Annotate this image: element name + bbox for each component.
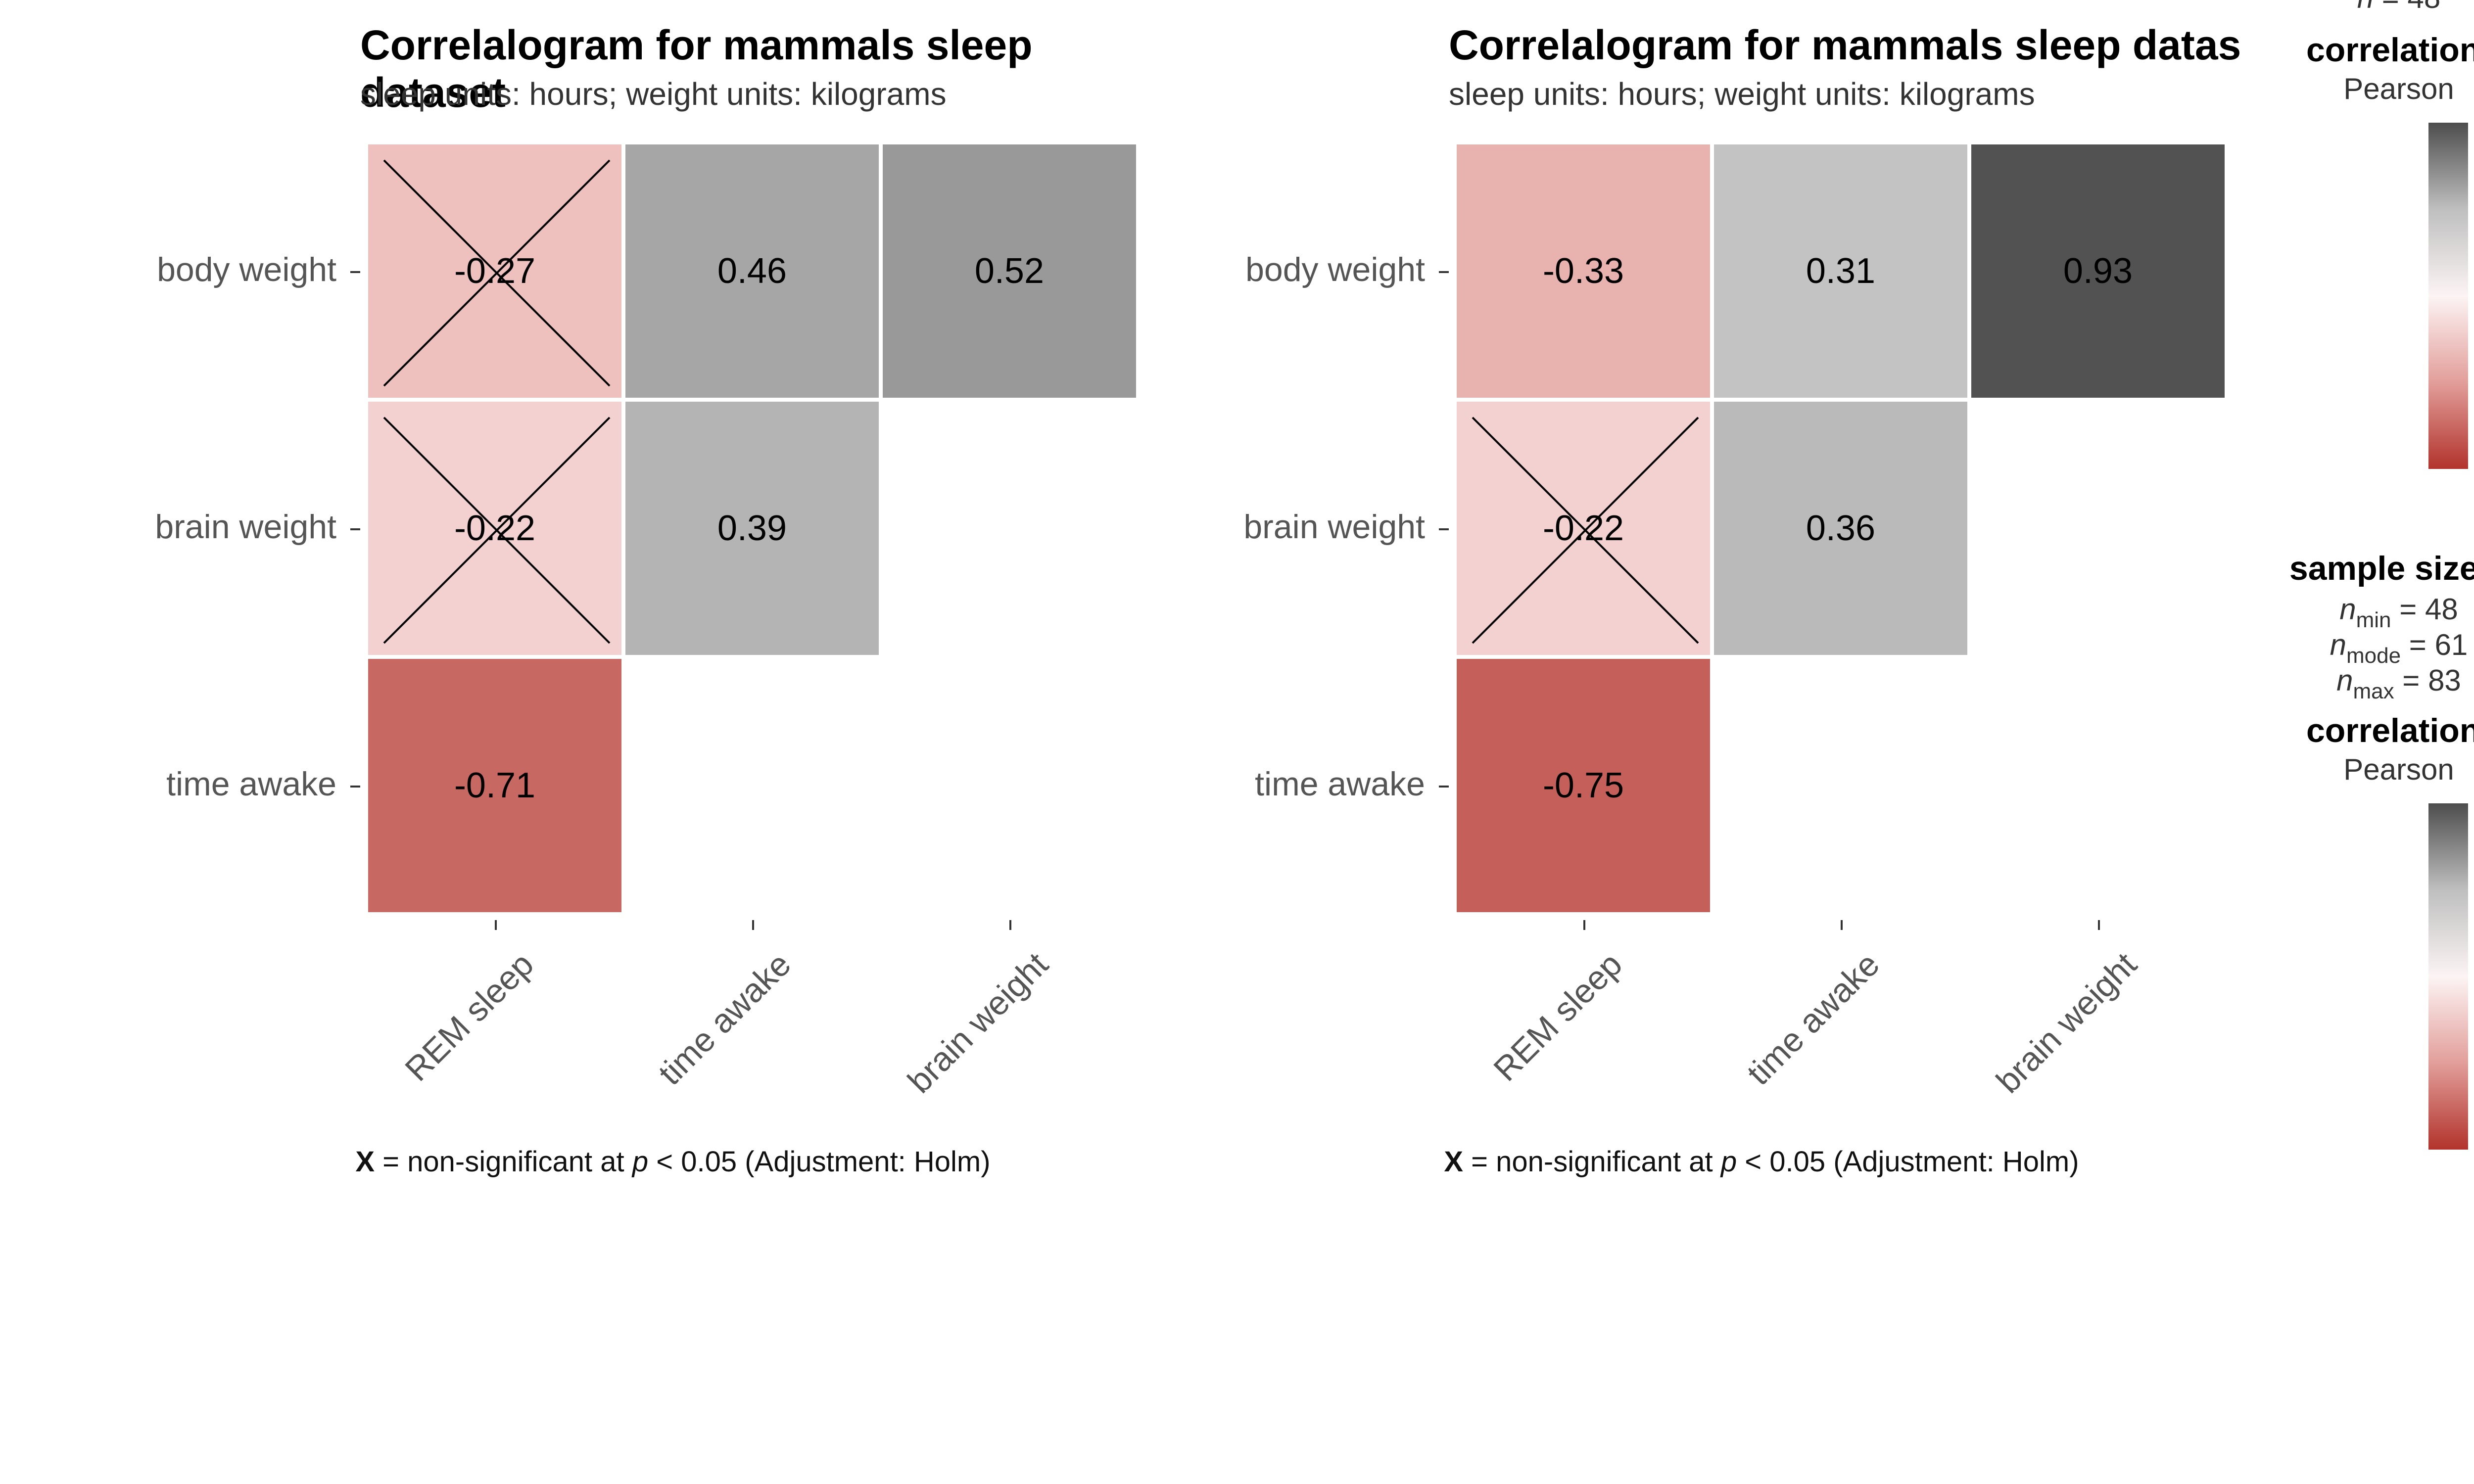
caption-text: = non-significant at	[375, 1148, 632, 1179]
cell-value: 0.93	[2063, 250, 2133, 292]
heatmap-cell: 0.39	[623, 400, 881, 657]
caption-x-bold: X	[355, 1148, 375, 1179]
heatmap-grid: -0.33 0.31 0.93 -0.22 0.36 -0.75	[1455, 142, 2227, 914]
tick-mark	[350, 271, 360, 273]
nonsignificant-cross-icon	[368, 144, 625, 402]
y-axis-tick-label: body weight	[119, 251, 336, 291]
heatmap-cell: -0.22	[366, 400, 623, 657]
cell-value: -0.75	[1543, 765, 1624, 806]
tick-mark	[1583, 920, 1585, 930]
heatmap-cell: -0.75	[1455, 657, 1712, 914]
cell-value: 0.36	[1806, 508, 1875, 549]
heatmap-cell: 0.93	[1969, 142, 2227, 400]
x-axis-tick-label: time awake	[1707, 946, 1889, 1128]
chart-title: Correlalogram for mammals sleep datase	[1449, 24, 2240, 71]
heatmap-cell: 0.31	[1712, 142, 1969, 400]
tick-mark	[350, 528, 360, 530]
cell-value: -0.33	[1543, 250, 1624, 292]
x-axis-tick-label: REM sleep	[1449, 946, 1631, 1128]
x-axis-tick-label: time awake	[618, 946, 800, 1128]
cell-value: 0.31	[1806, 250, 1875, 292]
heatmap-cell: 0.36	[1712, 400, 1969, 657]
correlogram-panel-right: Correlalogram for mammals sleep datase s…	[1089, 0, 2256, 1484]
legend-sample-sizes-title: sample sizes:	[2280, 550, 2474, 590]
legend-column: sample sizes: n = 48 correlation: Pearso…	[2280, 0, 2474, 1484]
legend-nmin: nmin = 48	[2280, 594, 2474, 633]
legend-n: n = 48	[2280, 0, 2474, 16]
legend-nmode: nmode = 61	[2280, 629, 2474, 669]
legend-nmax: nmax = 83	[2280, 665, 2474, 704]
nonsignificant-cross-icon	[1457, 402, 1714, 659]
tick-mark	[2098, 920, 2100, 930]
y-axis-tick-label: time awake	[1207, 766, 1425, 805]
heatmap-cell: -0.33	[1455, 142, 1712, 400]
x-axis-tick-label: brain weight	[875, 946, 1057, 1128]
chart-subtitle: sleep units: hours; weight units: kilogr…	[360, 79, 947, 115]
chart-subtitle: sleep units: hours; weight units: kilogr…	[1449, 79, 2035, 115]
cell-value: 0.46	[717, 250, 787, 292]
n-value: 48	[2408, 0, 2441, 16]
chart-caption: X = non-significant at p < 0.05 (Adjustm…	[1326, 1148, 2197, 1179]
caption-text: < 0.05 (Adjustment: Holm)	[648, 1148, 991, 1179]
tick-mark	[1439, 786, 1449, 788]
y-axis-tick-label: brain weight	[119, 509, 336, 548]
legend-correlation-method: Pearson	[2280, 754, 2474, 788]
heatmap-cell: -0.27	[366, 142, 623, 400]
nonsignificant-cross-icon	[368, 402, 625, 659]
chart-caption: X = non-significant at p < 0.05 (Adjustm…	[238, 1148, 1108, 1179]
x-axis-tick-label: brain weight	[1964, 946, 2146, 1128]
caption-x-bold: X	[1444, 1148, 1463, 1179]
heatmap-grid: -0.27 0.46 0.52 -0.22 0.39 -0.71	[366, 142, 1138, 914]
legend-correlation-title: correlation:	[2280, 32, 2474, 71]
tick-mark	[350, 786, 360, 788]
colorbar	[2428, 123, 2468, 469]
y-axis-tick-label: brain weight	[1207, 509, 1425, 548]
tick-mark	[1439, 528, 1449, 530]
caption-text: = non-significant at	[1463, 1148, 1721, 1179]
cell-value: 0.39	[717, 508, 787, 549]
tick-mark	[1009, 920, 1011, 930]
heatmap-cell: -0.22	[1455, 400, 1712, 657]
tick-mark	[1439, 271, 1449, 273]
caption-p-italic: p	[632, 1148, 648, 1179]
tick-mark	[495, 920, 497, 930]
correlogram-panel-left: Correlalogram for mammals sleep dataset …	[0, 0, 1168, 1484]
y-axis-tick-label: time awake	[119, 766, 336, 805]
caption-text: < 0.05 (Adjustment: Holm)	[1737, 1148, 2079, 1179]
y-axis-tick-label: body weight	[1207, 251, 1425, 291]
legend-correlation-title: correlation:	[2280, 712, 2474, 752]
cell-value: 0.52	[975, 250, 1044, 292]
tick-mark	[752, 920, 754, 930]
n-italic: n	[2357, 0, 2374, 16]
tick-mark	[1841, 920, 1843, 930]
colorbar	[2428, 803, 2468, 1150]
x-axis-tick-label: REM sleep	[361, 946, 543, 1128]
legend-correlation-method: Pearson	[2280, 73, 2474, 107]
heatmap-cell: 0.46	[623, 142, 881, 400]
cell-value: -0.71	[454, 765, 535, 806]
eq-text: =	[2374, 0, 2407, 16]
heatmap-cell: -0.71	[366, 657, 623, 914]
caption-p-italic: p	[1721, 1148, 1737, 1179]
